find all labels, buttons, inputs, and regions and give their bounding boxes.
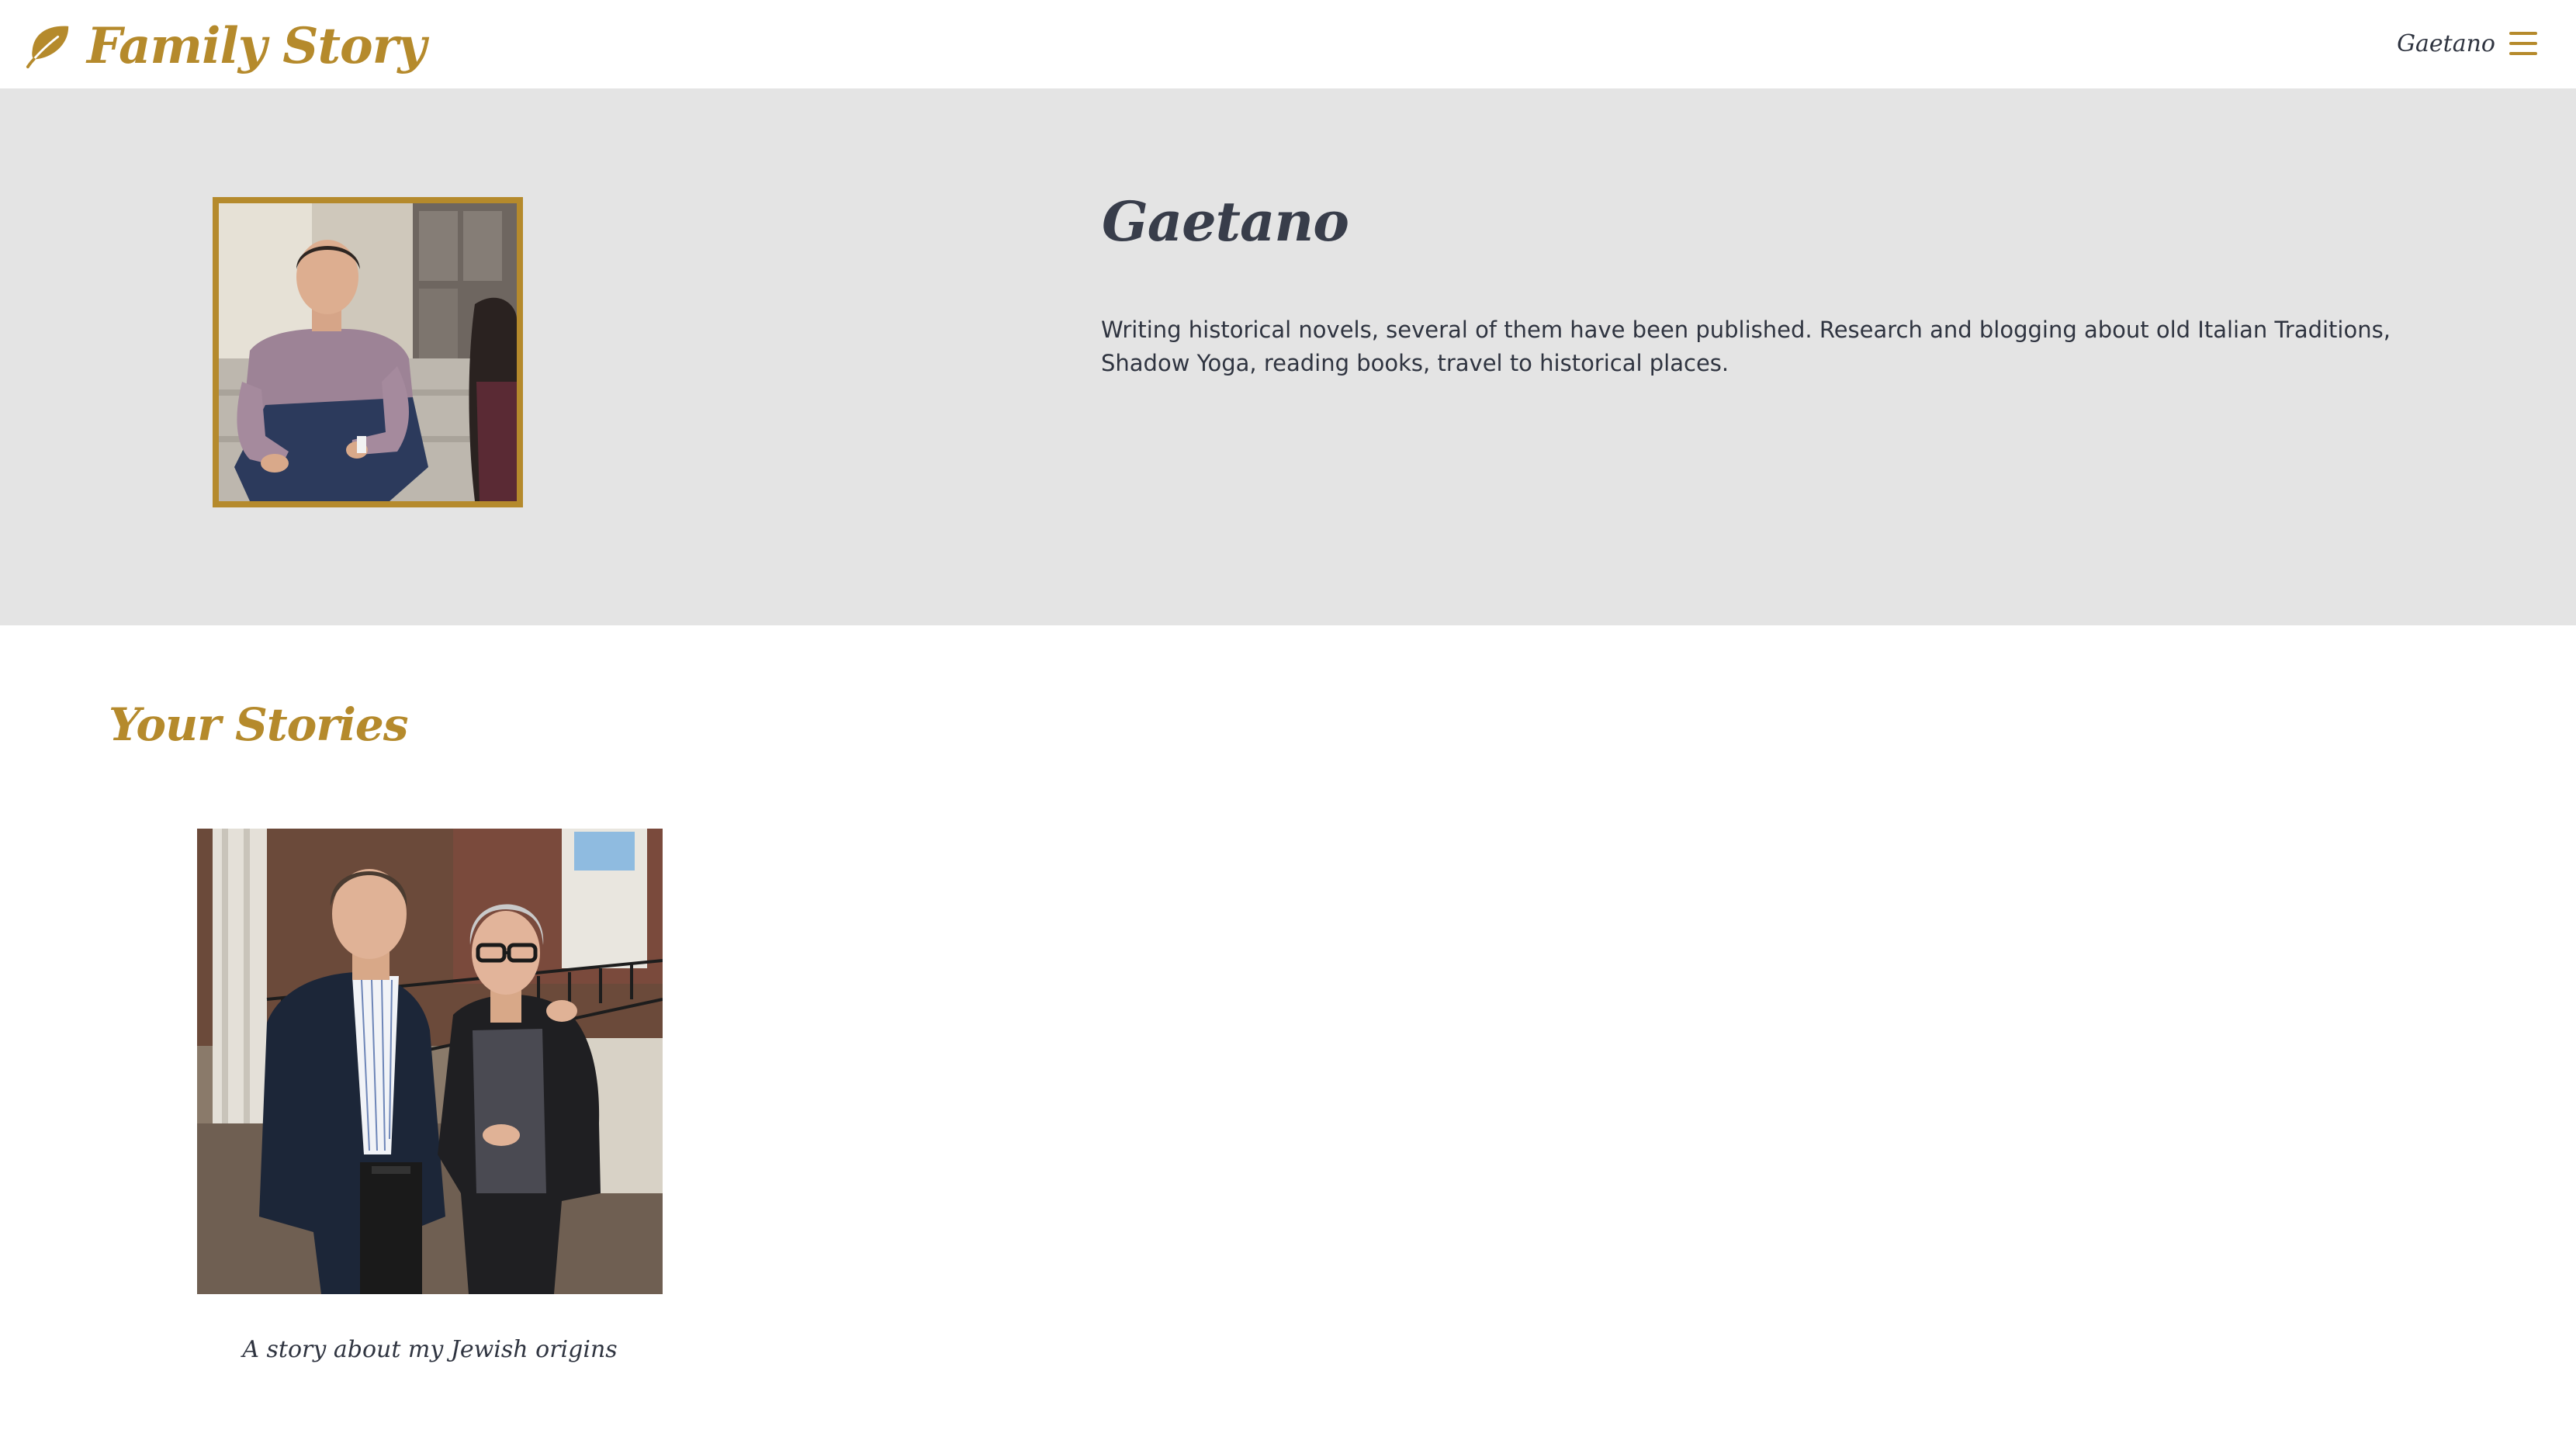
story-caption[interactable]: A story about my Jewish origins — [197, 1336, 663, 1363]
top-navbar: Family Story Gaetano — [0, 0, 2576, 88]
avatar — [213, 197, 523, 507]
user-name: Gaetano — [2397, 29, 2495, 57]
profile-section: Gaetano Writing historical novels, sever… — [0, 88, 2576, 625]
brand-title: Family Story — [87, 16, 427, 75]
story-photo[interactable] — [197, 829, 663, 1294]
hamburger-menu-icon[interactable] — [2509, 32, 2537, 55]
brand-home-link[interactable]: Family Story — [25, 11, 427, 81]
story-card[interactable]: A story about my Jewish origins — [197, 829, 663, 1363]
stories-section-title: Your Stories — [109, 698, 408, 751]
profile-bio: Writing historical novels, several of th… — [1101, 317, 2391, 376]
leaf-icon — [26, 26, 69, 69]
profile-name: Gaetano — [1102, 189, 1349, 254]
user-menu[interactable]: Gaetano — [2397, 22, 2537, 65]
